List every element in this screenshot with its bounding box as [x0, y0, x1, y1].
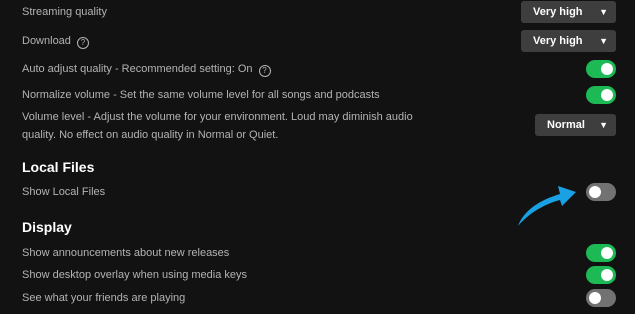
help-circle-icon[interactable]: ? — [258, 65, 271, 77]
overlay-toggle[interactable] — [586, 266, 616, 284]
show-local-files-label: Show Local Files — [22, 186, 106, 198]
toggle-knob — [601, 89, 613, 101]
chevron-down-icon: ▼ — [599, 7, 608, 17]
normalize-label: Normalize volume - Set the same volume l… — [22, 89, 380, 101]
arrow-icon — [518, 186, 576, 226]
streaming-quality-value: Very high — [533, 6, 583, 18]
volume-level-label-line1: Volume level - Adjust the volume for you… — [22, 111, 413, 123]
friends-label: See what your friends are playing — [22, 292, 186, 304]
chevron-down-icon: ▼ — [599, 36, 608, 46]
announcements-label: Show announcements about new releases — [22, 247, 230, 259]
show-local-files-toggle[interactable] — [586, 183, 616, 201]
streaming-quality-label: Streaming quality — [22, 6, 107, 18]
streaming-quality-select[interactable]: Very high ▼ — [521, 1, 616, 23]
toggle-knob — [601, 269, 613, 281]
download-label: Download — [22, 35, 71, 47]
volume-level-label-line2: quality. No effect on audio quality in N… — [22, 129, 279, 141]
help-circle-icon[interactable]: ? — [76, 37, 89, 49]
toggle-knob — [589, 186, 601, 198]
toggle-knob — [601, 63, 613, 75]
toggle-knob — [589, 292, 601, 304]
auto-adjust-label: Auto adjust quality - Recommended settin… — [22, 63, 253, 75]
friends-toggle[interactable] — [586, 289, 616, 307]
chevron-down-icon: ▼ — [599, 120, 608, 130]
display-heading: Display — [22, 219, 72, 235]
toggle-knob — [601, 247, 613, 259]
announcements-toggle[interactable] — [586, 244, 616, 262]
overlay-label: Show desktop overlay when using media ke… — [22, 269, 248, 281]
download-value: Very high — [533, 35, 583, 47]
normalize-toggle[interactable] — [586, 86, 616, 104]
volume-level-select[interactable]: Normal ▼ — [535, 114, 616, 136]
download-select[interactable]: Very high ▼ — [521, 30, 616, 52]
auto-adjust-toggle[interactable] — [586, 60, 616, 78]
volume-level-value: Normal — [547, 119, 585, 131]
download-row: Download? — [22, 32, 89, 50]
volume-level-label: Volume level - Adjust the volume for you… — [22, 108, 413, 144]
auto-adjust-row: Auto adjust quality - Recommended settin… — [22, 60, 271, 78]
local-files-heading: Local Files — [22, 159, 95, 175]
